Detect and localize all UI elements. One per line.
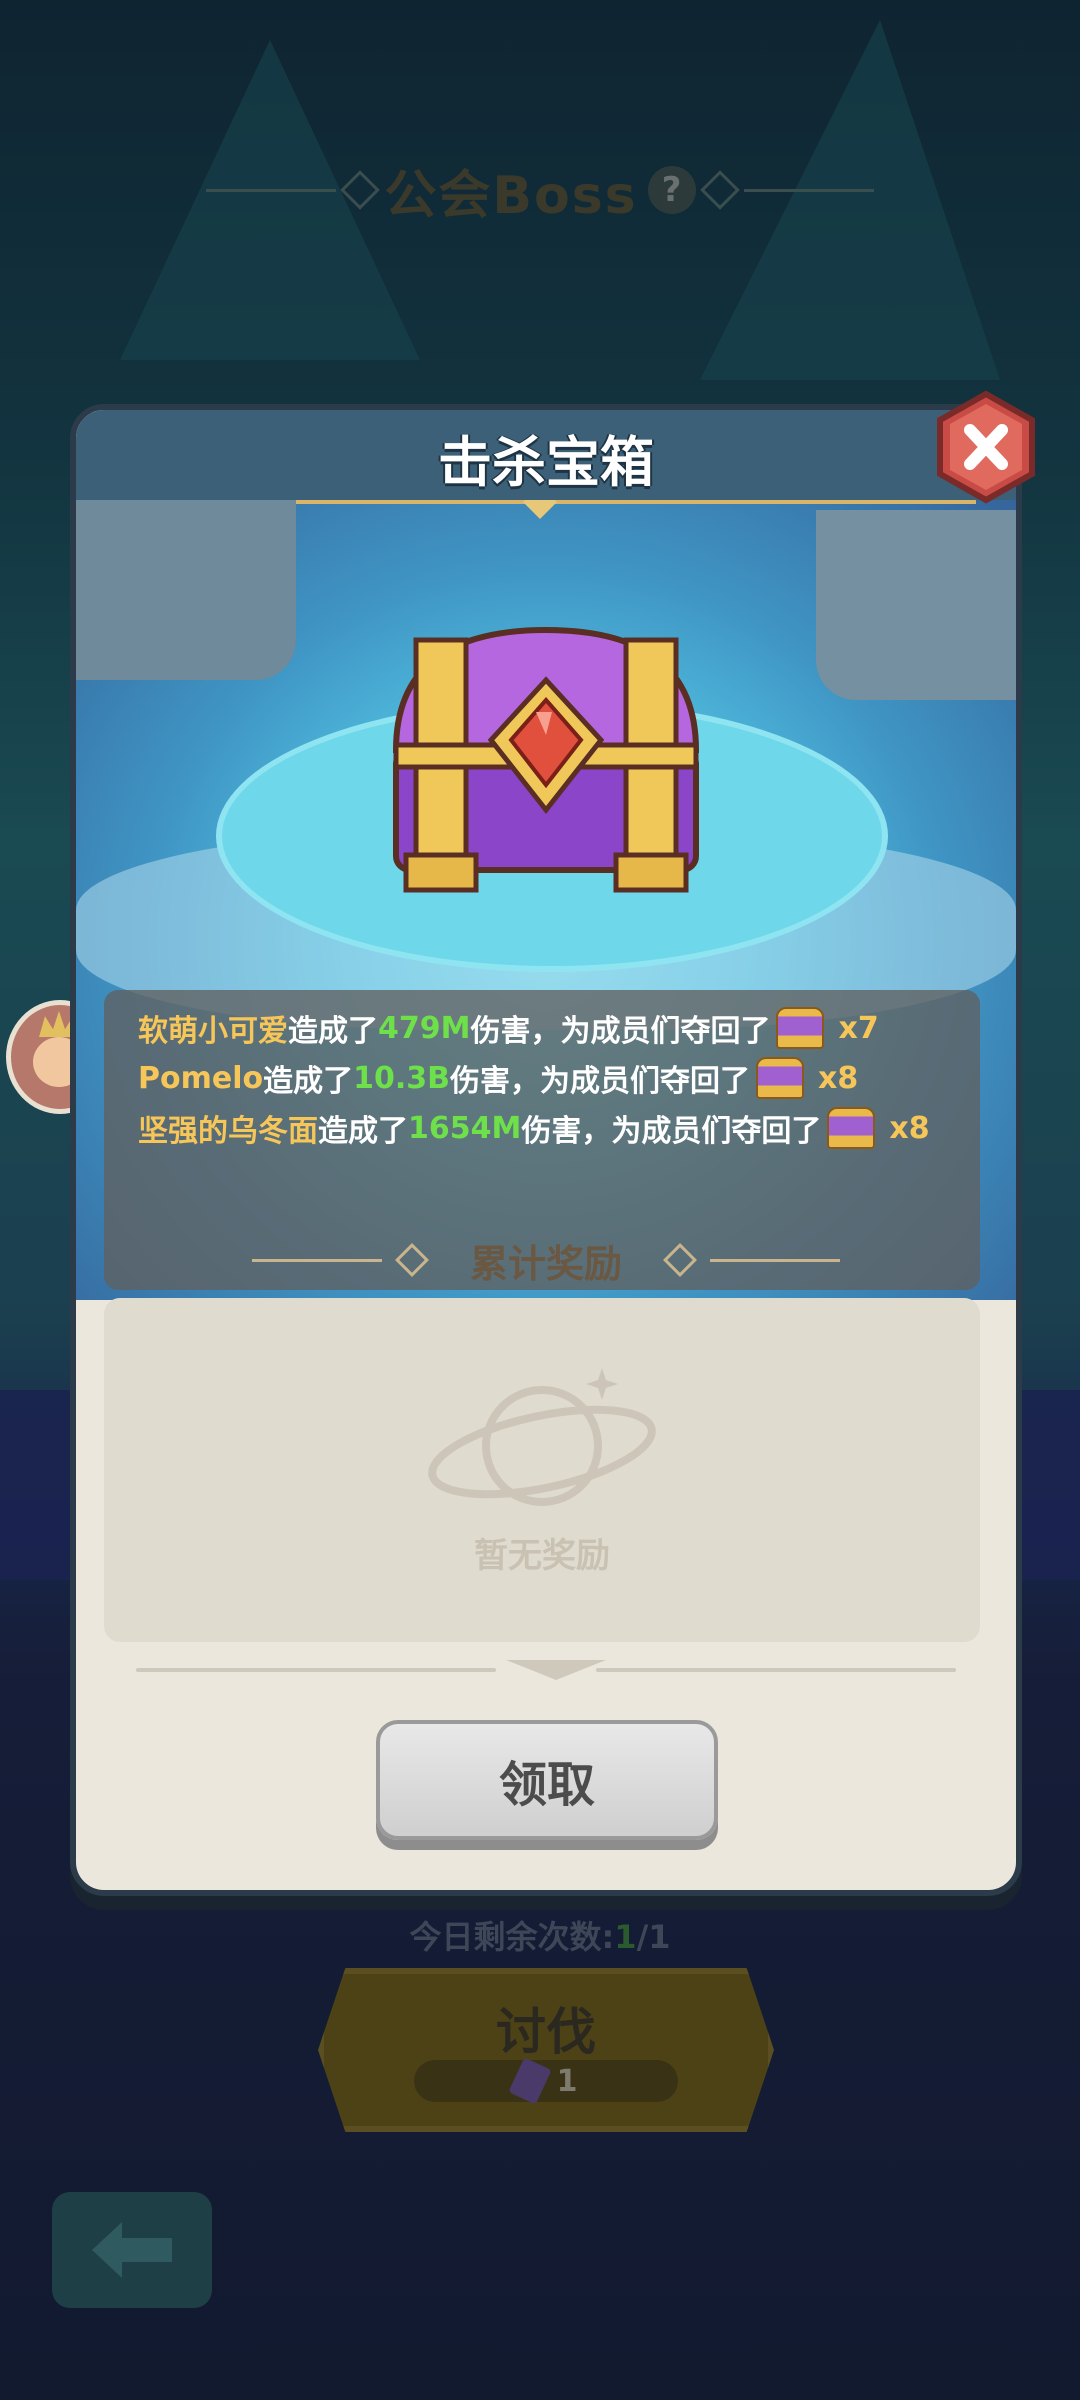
ruin-right <box>816 510 1016 700</box>
damage-log-row: Pomelo 造成了 10.3B 伤害，为成员们夺回了 x8 <box>138 1054 858 1102</box>
attack-button[interactable]: 讨伐 1 <box>318 1968 774 2132</box>
chest-icon <box>392 626 700 893</box>
back-button[interactable] <box>52 2192 212 2308</box>
chest-icon <box>756 1057 804 1099</box>
chest-count: x8 <box>889 1110 930 1146</box>
title-ornament <box>710 1258 840 1262</box>
ruin-left <box>76 500 296 680</box>
remaining-attempts: 今日剩余次数:1/1 <box>0 1912 1080 1958</box>
rewards-title-bar: 累计奖励 <box>76 1230 1016 1290</box>
title-ornament <box>743 188 874 192</box>
title-ornament <box>395 1243 429 1277</box>
title-ornament <box>699 170 740 210</box>
remaining-label: 今日剩余次数: <box>409 1918 615 1956</box>
remaining-total: /1 <box>636 1918 671 1956</box>
close-icon[interactable] <box>934 390 1038 504</box>
title-ornament <box>340 170 381 210</box>
chest-count: x7 <box>838 1010 879 1046</box>
help-icon[interactable]: ? <box>647 166 696 214</box>
log-text: 伤害，为成员们夺回了 <box>450 1064 750 1099</box>
chest-icon <box>776 1007 825 1049</box>
attack-cost: 1 <box>414 2057 678 2105</box>
log-text: 伤害，为成员们夺回了 <box>521 1114 822 1149</box>
damage-value: 479M <box>378 1010 471 1046</box>
back-arrow-icon <box>92 2222 172 2278</box>
title-ornament <box>251 1258 382 1262</box>
claim-button[interactable]: 领取 <box>376 1720 718 1840</box>
rewards-title: 累计奖励 <box>469 1241 622 1286</box>
damage-value: 1654M <box>408 1110 522 1146</box>
kill-chest-dialog: 击杀宝箱 软萌小可爱 造成了 479M 伤害，为成员们夺回了 x7 Pomelo… <box>70 404 1022 1896</box>
screen-title: 公会Boss <box>384 165 638 226</box>
log-text: 造成了 <box>318 1114 408 1149</box>
damage-value: 10.3B <box>353 1060 450 1096</box>
title-ornament <box>663 1243 697 1277</box>
player-name: Pomelo <box>138 1060 264 1096</box>
divider <box>116 1660 976 1680</box>
chest-icon <box>827 1107 876 1149</box>
log-text: 造成了 <box>288 1014 378 1049</box>
player-name: 软萌小可爱 <box>138 1014 288 1049</box>
damage-log-row: 坚强的乌冬面 造成了 1654M 伤害，为成员们夺回了 x8 <box>138 1104 930 1152</box>
attack-label: 讨伐 <box>496 2003 596 2061</box>
banner-gem <box>523 500 557 519</box>
log-text: 伤害，为成员们夺回了 <box>470 1014 771 1049</box>
damage-log-row: 软萌小可爱 造成了 479M 伤害，为成员们夺回了 x7 <box>138 1004 879 1052</box>
chest-count: x8 <box>818 1060 859 1096</box>
planet-icon <box>428 1368 656 1506</box>
empty-rewards-text: 暂无奖励 <box>474 1536 610 1576</box>
attack-cost-value: 1 <box>556 2063 578 2099</box>
ticket-icon <box>507 2057 552 2105</box>
dialog-title: 击杀宝箱 <box>438 431 654 494</box>
player-name: 坚强的乌冬面 <box>138 1114 318 1149</box>
rewards-box: 暂无奖励 <box>104 1298 980 1642</box>
chest-banner: 软萌小可爱 造成了 479M 伤害，为成员们夺回了 x7 Pomelo 造成了 … <box>76 500 1016 1300</box>
screen-title-bar: 公会Boss ? <box>0 150 1080 230</box>
title-ornament <box>206 188 337 192</box>
remaining-value: 1 <box>614 1918 637 1956</box>
log-text: 造成了 <box>263 1064 354 1099</box>
